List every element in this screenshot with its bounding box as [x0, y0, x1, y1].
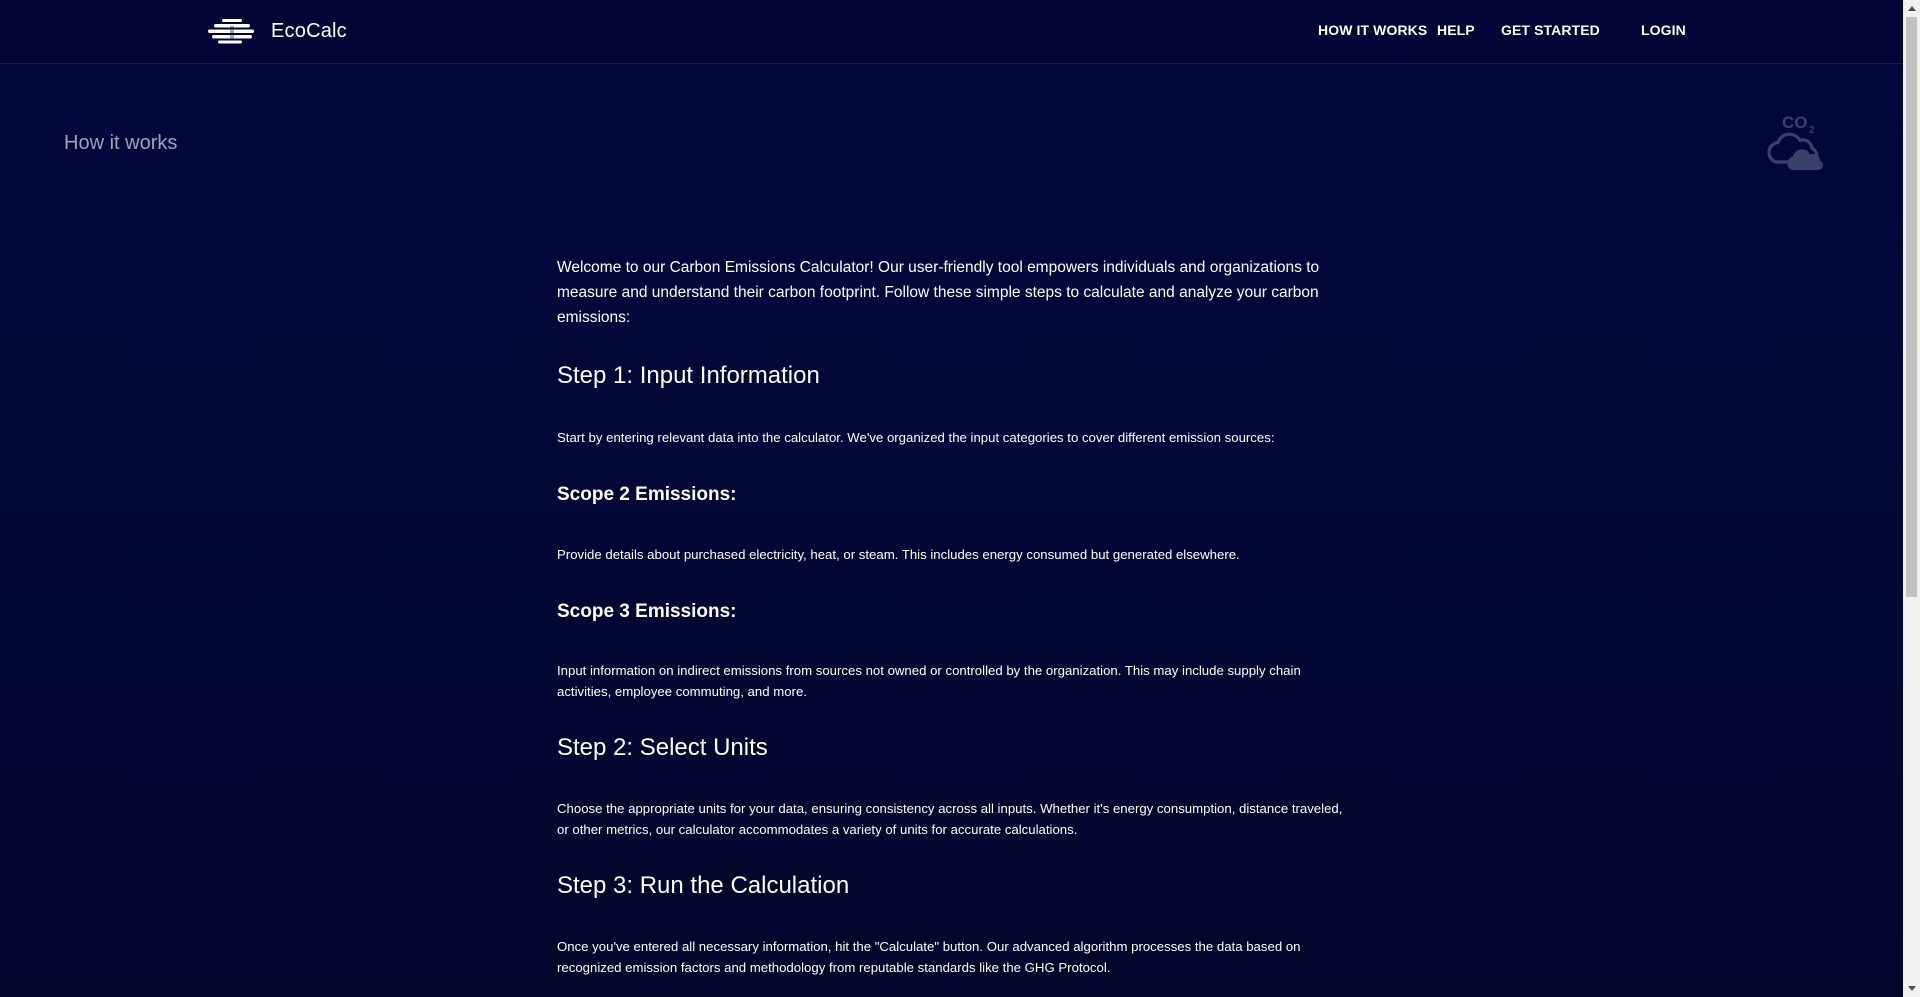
page-title: How it works	[64, 132, 178, 154]
step3-heading: Step 3: Run the Calculation	[557, 872, 850, 899]
co2-subscript: 2	[1809, 125, 1815, 136]
scrollbar-thumb[interactable]	[1906, 17, 1917, 597]
nav-how-it-works-link[interactable]: HOW IT WORKS	[1318, 22, 1427, 38]
brand-name[interactable]: EcoCalc	[271, 20, 347, 43]
co2-cloud-icon: CO 2	[1767, 113, 1824, 170]
step2-heading: Step 2: Select Units	[557, 734, 768, 761]
nav-help-link[interactable]: HELP	[1437, 22, 1475, 38]
step3-paragraph: Once you've entered all necessary inform…	[557, 939, 1301, 975]
top-navbar: EcoCalc HOW IT WORKS HELP GET STARTED LO…	[0, 0, 1903, 64]
nav-login-link[interactable]: LOGIN	[1641, 22, 1686, 38]
vertical-scrollbar[interactable]	[1903, 0, 1920, 997]
step1-heading: Step 1: Input Information	[557, 362, 820, 389]
scroll-up-arrow-icon[interactable]	[1903, 0, 1920, 17]
scope2-heading: Scope 2 Emissions:	[557, 484, 737, 505]
scope3-heading: Scope 3 Emissions:	[557, 601, 737, 622]
scroll-down-arrow-icon[interactable]	[1903, 980, 1920, 997]
scope2-paragraph: Provide details about purchased electric…	[557, 547, 1240, 562]
how-it-works-content: Welcome to our Carbon Emissions Calculat…	[557, 255, 1357, 975]
co2-label: CO	[1782, 113, 1808, 132]
step2-paragraph: Choose the appropriate units for your da…	[557, 801, 1343, 837]
intro-paragraph: Welcome to our Carbon Emissions Calculat…	[557, 259, 1320, 326]
page-viewport: EcoCalc HOW IT WORKS HELP GET STARTED LO…	[0, 0, 1903, 997]
ecocalc-logo-icon[interactable]	[208, 17, 256, 47]
scope3-paragraph: Input information on indirect emissions …	[557, 663, 1301, 699]
step1-paragraph: Start by entering relevant data into the…	[557, 430, 1275, 445]
nav-get-started-link[interactable]: GET STARTED	[1501, 22, 1600, 38]
